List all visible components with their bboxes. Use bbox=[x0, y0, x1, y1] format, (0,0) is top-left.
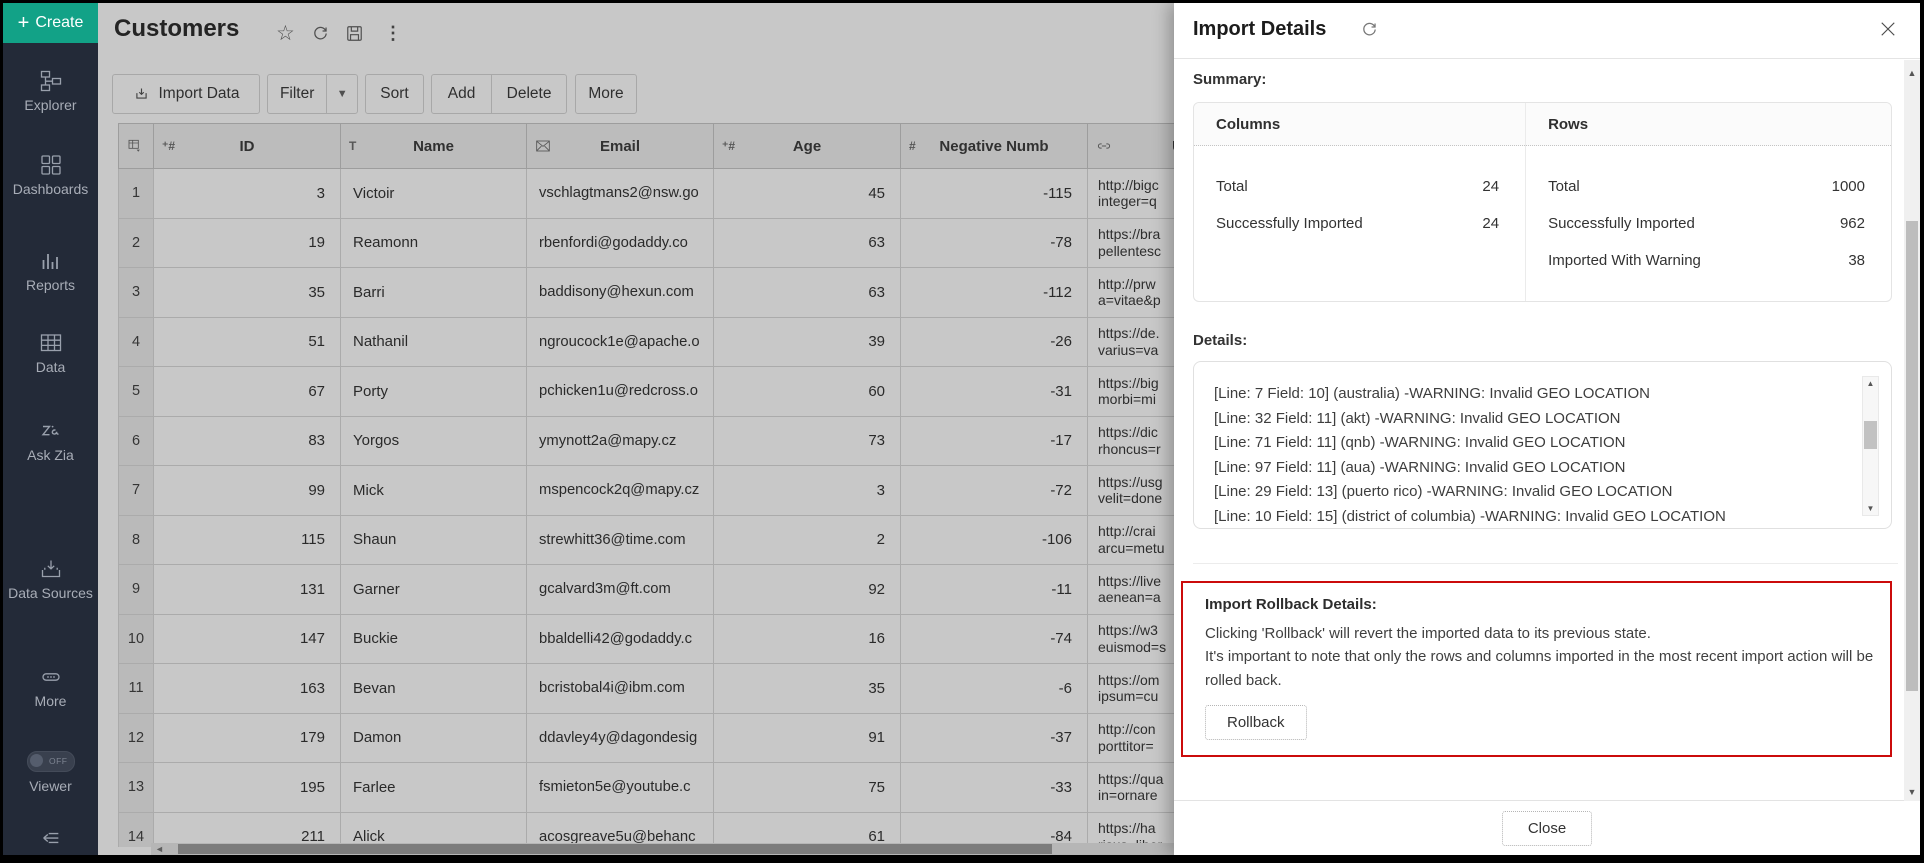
reports-icon bbox=[39, 249, 63, 273]
section-divider bbox=[1193, 563, 1898, 564]
modal-scroll-up-arrow-icon[interactable]: ▲ bbox=[1904, 68, 1920, 78]
warning-line: [Line: 32 Field: 11] (akt) -WARNING: Inv… bbox=[1214, 407, 1845, 432]
import-rollback-highlight-box: Import Rollback Details: Clicking 'Rollb… bbox=[1181, 581, 1892, 757]
viewer-toggle-block: OFF Viewer bbox=[3, 751, 98, 794]
plus-icon: + bbox=[18, 13, 30, 33]
details-scrollbar[interactable]: ▲ ▼ bbox=[1862, 376, 1879, 516]
sidebar-item-label: Ask Zia bbox=[3, 447, 98, 463]
rollback-description-line1: Clicking 'Rollback' will revert the impo… bbox=[1205, 622, 1874, 645]
stat-label: Total bbox=[1216, 178, 1248, 195]
app-window: + Create Explorer Dashboards Reports Data As… bbox=[3, 3, 1920, 855]
toggle-knob-icon bbox=[30, 754, 43, 767]
summary-section-header: Columns bbox=[1194, 103, 1525, 146]
details-scrollbar-thumb[interactable] bbox=[1864, 421, 1877, 449]
data-sources-icon bbox=[39, 557, 63, 581]
stat-label: Total bbox=[1548, 178, 1580, 195]
viewer-toggle[interactable]: OFF bbox=[27, 751, 75, 772]
sidebar-item-data[interactable]: Data bbox=[3, 331, 98, 375]
summary-rows-section: Rows Total 1000 Successfully Imported 962 Imp… bbox=[1526, 103, 1891, 301]
modal-scroll-down-arrow-icon[interactable]: ▼ bbox=[1904, 787, 1920, 797]
sidebar-item-label: Data Sources bbox=[3, 585, 98, 601]
modal-backdrop-overlay bbox=[98, 3, 1174, 855]
collapse-sidebar-button[interactable] bbox=[3, 827, 98, 854]
rollback-description-line2: It's important to note that only the row… bbox=[1205, 645, 1874, 692]
warning-list: [Line: 7 Field: 10] (australia) -WARNING… bbox=[1214, 382, 1845, 529]
create-button[interactable]: + Create bbox=[3, 3, 98, 43]
ask-zia-icon bbox=[39, 419, 63, 443]
modal-title: Import Details bbox=[1193, 18, 1326, 41]
summary-box: Columns Total 24 Successfully Imported 24 Ro… bbox=[1193, 102, 1892, 302]
warning-line: [Line: 29 Field: 13] (puerto rico) -WARN… bbox=[1214, 480, 1845, 505]
collapse-arrow-icon bbox=[40, 827, 62, 849]
rollback-description: Clicking 'Rollback' will revert the impo… bbox=[1205, 622, 1874, 692]
sidebar-item-dashboards[interactable]: Dashboards bbox=[3, 153, 98, 197]
sidebar-item-ask-zia[interactable]: Ask Zia bbox=[3, 419, 98, 463]
create-label: Create bbox=[35, 14, 83, 32]
stat-value: 962 bbox=[1840, 215, 1865, 232]
sidebar: + Create Explorer Dashboards Reports Data As… bbox=[3, 3, 98, 855]
sidebar-item-label: Explorer bbox=[3, 97, 98, 113]
stat-label: Successfully Imported bbox=[1216, 215, 1363, 232]
stat-value: 24 bbox=[1482, 178, 1499, 195]
details-label: Details: bbox=[1193, 332, 1892, 349]
refresh-import-details-icon[interactable] bbox=[1360, 20, 1379, 44]
close-icon[interactable] bbox=[1878, 19, 1898, 44]
explorer-icon bbox=[39, 69, 63, 93]
sidebar-item-label: Reports bbox=[3, 277, 98, 293]
sidebar-item-label: Dashboards bbox=[3, 181, 98, 197]
details-box: [Line: 7 Field: 10] (australia) -WARNING… bbox=[1193, 361, 1892, 529]
warning-line: [Line: 97 Field: 11] (aua) -WARNING: Inv… bbox=[1214, 456, 1845, 481]
summary-label: Summary: bbox=[1193, 71, 1892, 88]
scroll-up-arrow-icon[interactable]: ▲ bbox=[1863, 379, 1878, 388]
summary-stat-row: Total 1000 bbox=[1526, 168, 1891, 205]
viewer-toggle-state: OFF bbox=[49, 756, 68, 766]
warning-line: [Line: 7 Field: 10] (australia) -WARNING… bbox=[1214, 382, 1845, 407]
viewer-label: Viewer bbox=[3, 778, 98, 794]
sidebar-item-reports[interactable]: Reports bbox=[3, 249, 98, 293]
stat-value: 1000 bbox=[1832, 178, 1865, 195]
warning-line: [Line: 10 Field: 15] (district of columb… bbox=[1214, 505, 1845, 530]
summary-columns-section: Columns Total 24 Successfully Imported 24 bbox=[1194, 103, 1526, 301]
modal-body: Summary: ColumnsTotal24Successfully Impo… bbox=[1174, 59, 1904, 801]
import-details-modal: Import Details Summary: ColumnsTotal24Su… bbox=[1174, 3, 1920, 855]
scroll-down-arrow-icon[interactable]: ▼ bbox=[1863, 504, 1878, 513]
close-button[interactable]: Close bbox=[1502, 811, 1592, 846]
sidebar-item-more[interactable]: More bbox=[3, 665, 98, 709]
sidebar-item-label: Data bbox=[3, 359, 98, 375]
stat-value: 38 bbox=[1848, 252, 1865, 269]
more-icon bbox=[39, 665, 63, 689]
stat-value: 24 bbox=[1482, 215, 1499, 232]
sidebar-item-data-sources[interactable]: Data Sources bbox=[3, 557, 98, 601]
summary-stat-row: Total 24 bbox=[1194, 168, 1525, 205]
modal-scrollbar-thumb[interactable] bbox=[1906, 221, 1918, 691]
stat-label: Successfully Imported bbox=[1548, 215, 1695, 232]
sidebar-item-explorer[interactable]: Explorer bbox=[3, 69, 98, 113]
sidebar-item-label: More bbox=[3, 693, 98, 709]
warning-line: [Line: 71 Field: 11] (qnb) -WARNING: Inv… bbox=[1214, 431, 1845, 456]
summary-stat-row: Successfully Imported 24 bbox=[1194, 205, 1525, 242]
dashboards-icon bbox=[39, 153, 63, 177]
rollback-button[interactable]: Rollback bbox=[1205, 705, 1307, 740]
modal-scrollbar[interactable]: ▲ ▼ bbox=[1904, 60, 1920, 801]
rollback-title: Import Rollback Details: bbox=[1205, 596, 1874, 613]
summary-stat-row: Imported With Warning 38 bbox=[1526, 242, 1891, 279]
summary-section-header: Rows bbox=[1526, 103, 1891, 146]
data-icon bbox=[39, 331, 63, 355]
modal-footer: Close bbox=[1174, 800, 1920, 855]
modal-header: Import Details bbox=[1174, 3, 1920, 59]
stat-label: Imported With Warning bbox=[1548, 252, 1701, 269]
summary-stat-row: Successfully Imported 962 bbox=[1526, 205, 1891, 242]
